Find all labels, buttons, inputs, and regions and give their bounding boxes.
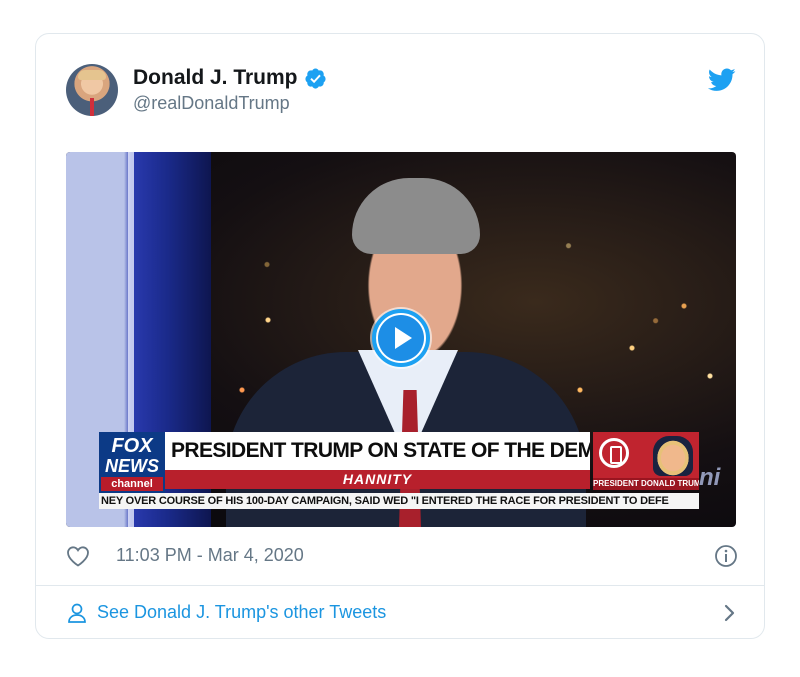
video-player[interactable]: FOX NEWS channel PRESIDENT TRUMP ON STAT… <box>66 152 736 527</box>
twitter-bird-icon[interactable] <box>707 68 736 94</box>
logo-line-3: channel <box>101 477 163 491</box>
person-icon <box>66 602 88 624</box>
tweet-header: Donald J. Trump @realDonaldTrump <box>66 64 738 120</box>
footer-divider <box>36 585 764 586</box>
chyron-headline: PRESIDENT TRUMP ON STATE OF THE DEM PRIM… <box>165 432 590 470</box>
heart-icon[interactable] <box>66 545 90 567</box>
see-other-tweets-link[interactable]: See Donald J. Trump's other Tweets <box>66 600 738 626</box>
chyron-thumbnail: PRESIDENT DONALD TRUMP <box>593 432 699 490</box>
phone-icon <box>599 438 629 468</box>
thumbnail-caption: PRESIDENT DONALD TRUMP <box>593 478 699 490</box>
play-icon <box>378 315 424 361</box>
tweet-timestamp[interactable]: 11:03 PM - Mar 4, 2020 <box>116 545 304 566</box>
verified-badge-icon <box>304 67 327 90</box>
see-other-tweets-label: See Donald J. Trump's other Tweets <box>97 602 387 622</box>
author-handle[interactable]: @realDonaldTrump <box>133 93 290 114</box>
logo-line-2: NEWS <box>105 456 159 476</box>
info-icon[interactable] <box>714 544 738 568</box>
ticker-fragment: ni <box>699 464 721 491</box>
news-ticker: NEY OVER COURSE OF HIS 100-DAY CAMPAIGN,… <box>99 493 699 509</box>
author-display-name[interactable]: Donald J. Trump <box>133 66 298 90</box>
thumbnail-portrait <box>653 436 693 476</box>
logo-line-1: FOX <box>111 435 153 457</box>
show-name-bar: HANNITY <box>165 470 590 489</box>
tweet-meta-row: 11:03 PM - Mar 4, 2020 <box>66 543 738 569</box>
tweet-card: Donald J. Trump @realDonaldTrump FOX NEW… <box>35 33 765 639</box>
play-button[interactable] <box>372 309 430 367</box>
fox-news-logo: FOX NEWS channel <box>99 432 165 494</box>
chevron-right-icon <box>722 603 738 623</box>
avatar[interactable] <box>66 64 118 116</box>
author-name-row: Donald J. Trump <box>133 66 327 90</box>
